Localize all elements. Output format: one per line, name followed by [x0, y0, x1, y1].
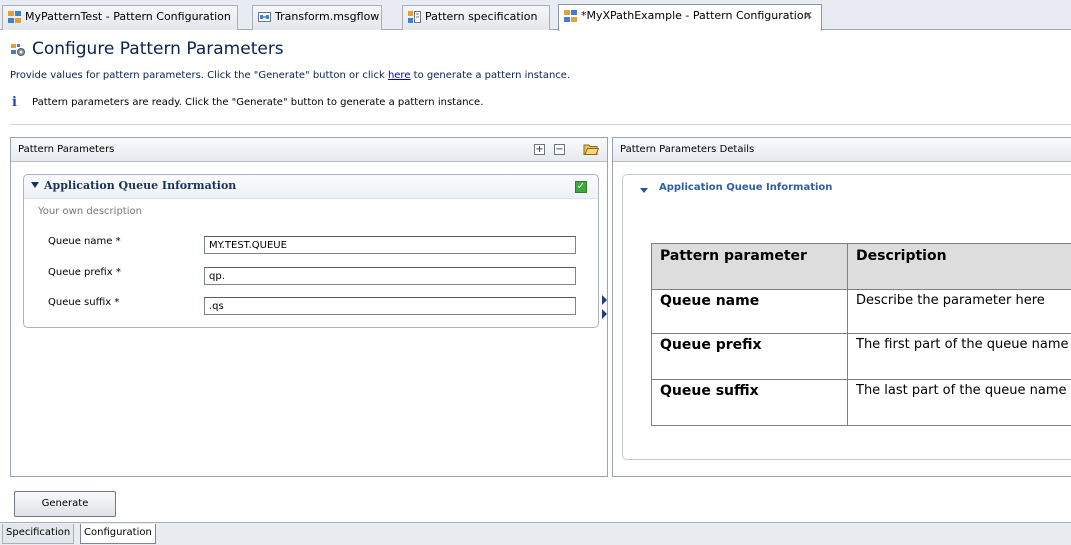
pattern-parameters-pane: Pattern Parameters + − Application Queue… [10, 137, 608, 477]
parameter-name: Queue suffix [651, 379, 848, 426]
details-section: Application Queue Information Pattern pa… [622, 174, 1071, 460]
tab-label: *MyXPathExample - Pattern Configuration [581, 9, 811, 22]
queue-name-label: Queue name * [48, 236, 121, 247]
table-header-row: Pattern parameter Description [651, 243, 1071, 290]
tab-transform-msgflow[interactable]: Transform.msgflow [252, 5, 382, 30]
pattern-parameters-details-pane: Pattern Parameters Details Application Q… [612, 137, 1071, 477]
subtitle-text: Provide values for pattern parameters. C… [10, 70, 388, 81]
bottom-tab-bar: Specification Configuration [0, 522, 1071, 545]
collapse-all-icon[interactable]: − [554, 144, 565, 155]
queue-suffix-label: Queue suffix * [48, 297, 120, 308]
table-row: Queue prefix The first part of the queue… [651, 333, 1071, 380]
editor-tab-bar: MyPatternTest - Pattern Configuration Tr… [0, 0, 1071, 31]
pattern-config-icon [564, 10, 577, 22]
subtitle-text-end: to generate a pattern instance. [410, 70, 571, 81]
section-title: Application Queue Information [44, 179, 237, 192]
generate-here-link[interactable]: here [388, 70, 411, 81]
parameter-description: The first part of the queue name [847, 333, 1071, 380]
header-pattern-parameter: Pattern parameter [651, 243, 848, 290]
checkmark-icon: ✓ [575, 181, 587, 193]
tab-configuration[interactable]: Configuration [80, 524, 156, 544]
info-text: Pattern parameters are ready. Click the … [32, 97, 484, 108]
sash-arrow-icon[interactable] [602, 295, 608, 319]
page-title: Configure Pattern Parameters [32, 39, 284, 59]
tab-label: Transform.msgflow [275, 10, 380, 23]
tab-myxpathexample-config[interactable]: *MyXPathExample - Pattern Configuration … [558, 4, 822, 31]
parameter-description-table: Pattern parameter Description Queue name… [651, 243, 1071, 426]
info-icon: i [12, 95, 17, 110]
tab-label: MyPatternTest - Pattern Configuration [25, 10, 231, 23]
pane-header: Pattern Parameters Details [613, 138, 1071, 162]
collapse-triangle-icon[interactable] [31, 182, 39, 188]
page-subtitle: Provide values for pattern parameters. C… [10, 70, 570, 81]
details-section-title: Application Queue Information [659, 182, 833, 193]
close-icon[interactable]: ✕ [804, 5, 813, 27]
parameter-description: The last part of the queue name [847, 379, 1071, 426]
configure-pattern-icon [11, 44, 25, 56]
tab-specification[interactable]: Specification [2, 524, 75, 544]
queue-suffix-field[interactable] [204, 297, 576, 315]
msgflow-icon [258, 12, 271, 22]
pane-title: Pattern Parameters [18, 144, 115, 155]
pane-title: Pattern Parameters Details [620, 144, 755, 155]
parameter-name: Queue prefix [651, 333, 848, 380]
tab-pattern-specification[interactable]: Pattern specification [402, 5, 550, 30]
tab-mypatterntest-config[interactable]: MyPatternTest - Pattern Configuration [2, 5, 238, 30]
expand-triangle-icon[interactable] [640, 188, 648, 193]
section-header[interactable]: Application Queue Information ✓ [24, 175, 598, 199]
header-description: Description [847, 243, 1071, 290]
open-folder-icon[interactable] [583, 142, 599, 156]
parameter-description: Describe the parameter here [847, 289, 1071, 334]
queue-prefix-field[interactable] [204, 267, 576, 285]
parameter-name: Queue name [651, 289, 848, 334]
pattern-config-icon [8, 11, 21, 23]
queue-name-field[interactable] [204, 236, 576, 254]
header-divider [10, 124, 1071, 125]
application-queue-section: Application Queue Information ✓ Your own… [23, 174, 599, 328]
generate-button[interactable]: Generate [14, 491, 116, 517]
section-description: Your own description [38, 206, 142, 217]
pane-header: Pattern Parameters + − [11, 138, 607, 162]
tab-label: Pattern specification [425, 10, 538, 23]
pattern-spec-icon [408, 11, 421, 23]
queue-prefix-label: Queue prefix * [48, 267, 121, 278]
table-row: Queue name Describe the parameter here [651, 289, 1071, 334]
expand-all-icon[interactable]: + [534, 144, 545, 155]
table-row: Queue suffix The last part of the queue … [651, 379, 1071, 426]
